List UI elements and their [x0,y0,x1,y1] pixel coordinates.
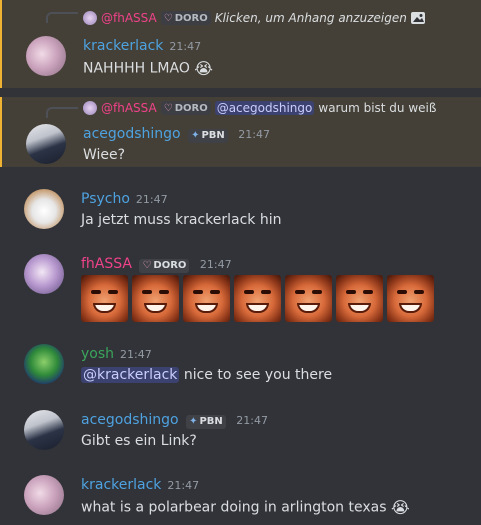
timestamp: 21:47 [135,193,168,206]
message-text: Wiee? [83,147,126,163]
heart-icon: ♡ [163,12,173,24]
reply-preview[interactable]: @fhASSA ♡ DORO Klicken, um Anhang anzuzei… [83,11,425,25]
timestamp: 21:47 [169,40,202,53]
author-name[interactable]: krackerlack 21:47 [83,38,201,54]
message-text: Ja jetzt muss krackerlack hin [81,212,282,228]
message-6[interactable]: acegodshingo ✦ PBN 21:47 Gibt es ein Link… [0,401,481,461]
image-attachment[interactable] [336,275,383,322]
avatar[interactable] [26,124,66,164]
message-text: @krackerlack nice to see you there [81,367,333,383]
loudly-crying-emoji: 😭 [194,59,213,78]
reply-role-tag: ♡ DORO [160,101,211,115]
avatar[interactable] [24,254,64,294]
mention[interactable]: @krackerlack [81,367,180,383]
avatar[interactable] [26,36,66,76]
loudly-crying-emoji: 😭 [390,498,410,517]
author-name[interactable]: krackerlack 21:47 [81,477,199,493]
message-text: NAHHHH LMAO 😭 [83,59,213,78]
sparkle-icon: ✦ [189,416,198,427]
reply-role-tag: ♡ DORO [160,11,211,25]
image-icon [410,12,425,24]
reply-spine [46,107,78,118]
reply-text[interactable]: Klicken, um Anhang anzuzeigen [215,11,407,25]
image-attachment[interactable] [183,275,230,322]
timestamp: 21:47 [167,479,200,492]
reply-mention[interactable]: @acegodshingo [214,101,315,115]
avatar[interactable] [24,344,64,384]
reply-preview[interactable]: @fhASSA ♡ DORO @acegodshingo warum bist d… [83,101,436,115]
reply-author[interactable]: @fhASSA [101,101,157,115]
image-attachment[interactable] [387,275,434,322]
author-name[interactable]: yosh 21:47 [81,346,152,362]
message-3[interactable]: Psycho 21:47 Ja jetzt muss krackerlack hi… [0,180,481,240]
heart-icon: ♡ [163,102,173,114]
author-name[interactable]: acegodshingo ✦ PBN 21:47 [83,126,270,143]
message-2[interactable]: @fhASSA ♡ DORO @acegodshingo warum bist d… [0,97,481,167]
message-7[interactable]: krackerlack 21:47 what is a polarbear doi… [0,466,481,525]
image-attachments [81,275,434,322]
role-tag: ✦ PBN [188,128,228,143]
author-name[interactable]: Psycho 21:47 [81,191,168,207]
reply-spine [46,12,78,23]
sparkle-icon: ✦ [191,130,200,141]
avatar[interactable] [24,475,64,515]
message-text: what is a polarbear doing in arlington t… [81,498,410,517]
image-attachment[interactable] [285,275,332,322]
reply-avatar [83,101,97,115]
role-tag: ✦ PBN [186,414,226,429]
timestamp: 21:47 [199,258,232,271]
role-tag: ♡ DORO [139,258,190,273]
avatar[interactable] [24,410,64,450]
image-attachment[interactable] [132,275,179,322]
timestamp: 21:47 [238,128,270,141]
avatar[interactable] [24,189,64,229]
timestamp: 21:47 [236,414,268,427]
message-1[interactable]: @fhASSA ♡ DORO Klicken, um Anhang anzuzei… [0,0,481,88]
author-name[interactable]: acegodshingo ✦ PBN 21:47 [81,412,268,429]
heart-icon: ♡ [142,260,152,271]
image-attachment[interactable] [81,275,128,322]
message-text: Gibt es ein Link? [81,433,197,449]
timestamp: 21:47 [120,348,152,361]
image-attachment[interactable] [234,275,281,322]
message-5[interactable]: yosh 21:47 @krackerlack nice to see you t… [0,335,481,400]
reply-text[interactable]: warum bist du weiß [318,101,436,115]
reply-avatar [83,11,97,25]
author-name[interactable]: fhASSA ♡ DORO 21:47 [81,256,232,273]
reply-author[interactable]: @fhASSA [101,11,157,25]
